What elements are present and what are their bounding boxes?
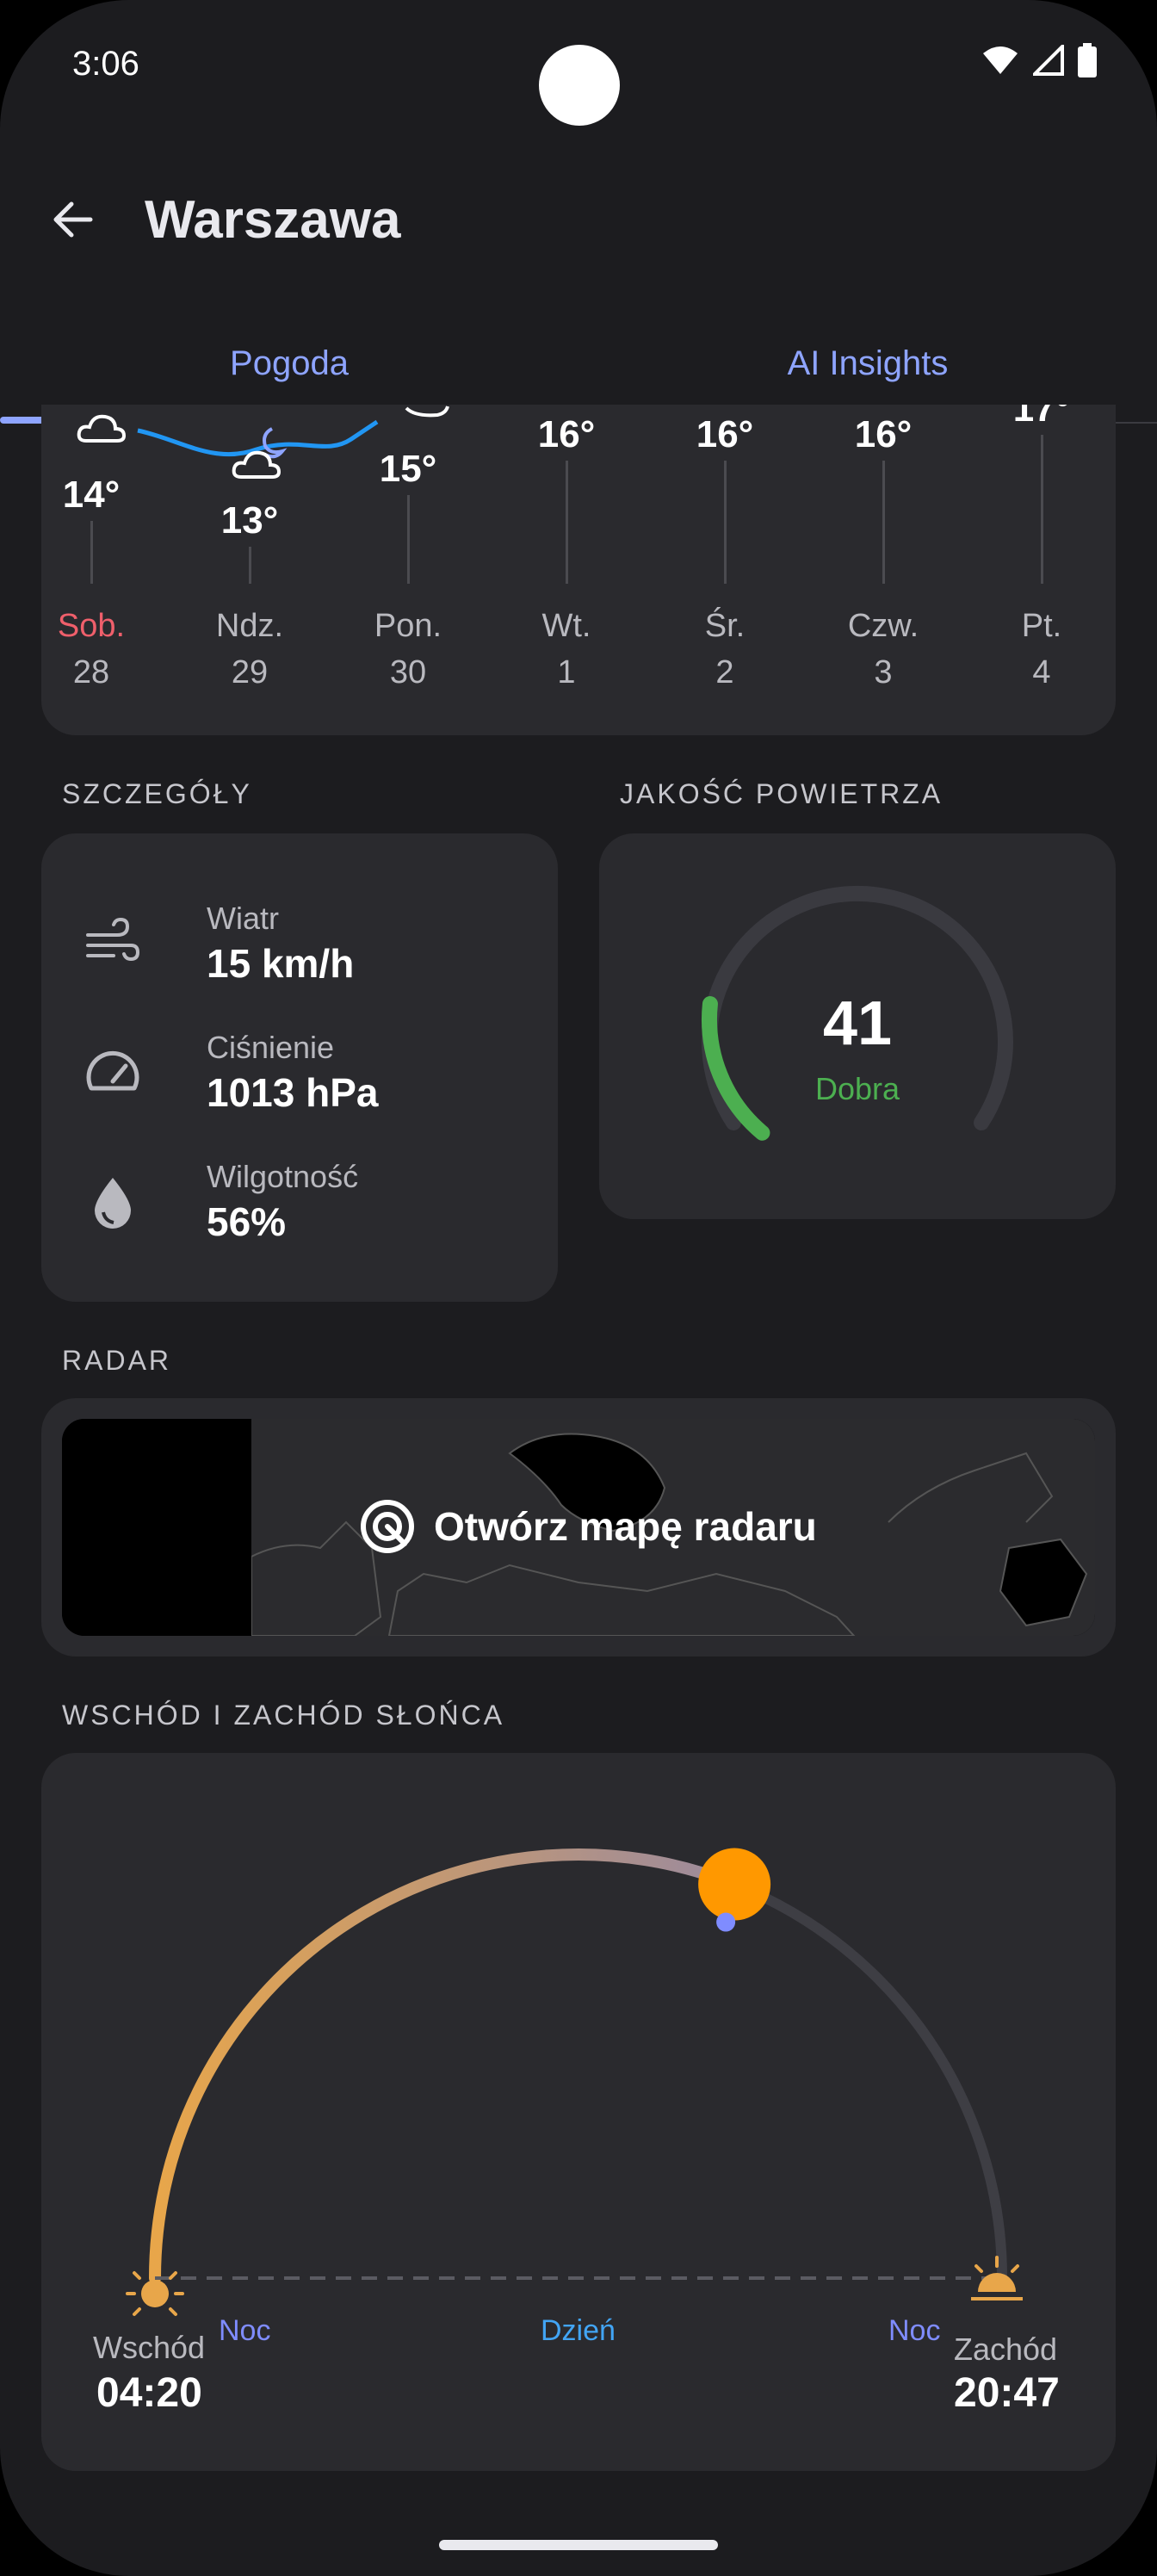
forecast-temp: 13° [220, 499, 279, 542]
tab-weather[interactable]: Pogoda [0, 320, 578, 406]
details-section-label: SZCZEGÓŁY [62, 778, 252, 809]
forecast-day-date: 3 [874, 654, 893, 690]
pressure-value: 1013 hPa [207, 1070, 379, 1115]
phase-night-left: Noc [219, 2314, 271, 2347]
sun-card: Wschód 04:20 Noc Dzień Noc Zachód 20:47 [41, 1753, 1116, 2471]
radar-icon [361, 1500, 414, 1553]
radar-map-preview[interactable]: Otwórz mapę radaru [62, 1419, 1095, 1636]
forecast-temp: 14° [62, 474, 121, 516]
tab-ai-insights[interactable]: AI Insights [578, 320, 1157, 406]
forecast-day-date: 1 [557, 654, 576, 690]
forecast-guide-line [724, 461, 727, 584]
forecast-temp: 15° [379, 448, 437, 490]
forecast-day-date: 29 [231, 654, 269, 690]
forecast-day-date: 4 [1032, 654, 1051, 690]
sunset-time: 20:47 [954, 2370, 1060, 2416]
sun-section-label: WSCHÓD I ZACHÓD SŁOŃCA [62, 1700, 505, 1731]
air-quality-value: 41 [822, 989, 893, 1058]
phase-day: Dzień [541, 2314, 616, 2347]
humidity-value: 56% [207, 1199, 287, 1244]
water-drop-icon [95, 1178, 131, 1229]
forecast-guide-line [90, 521, 93, 584]
gauge-icon [86, 1050, 139, 1091]
forecast-guide-line [566, 461, 568, 584]
pressure-label: Ciśnienie [207, 1030, 335, 1065]
battery-icon [1078, 43, 1097, 77]
wind-icon [86, 917, 140, 962]
forecast-day-name: Ndz. [215, 608, 284, 644]
forecast-temp: 16° [854, 413, 913, 455]
humidity-label: Wilgotność [207, 1159, 359, 1194]
forecast-day: 15° Pon. 30 [356, 405, 460, 735]
phase-night-right: Noc [888, 2314, 941, 2347]
forecast-temp: 16° [537, 413, 596, 455]
air-quality-card[interactable]: 41 Dobra [599, 833, 1116, 1219]
forecast-day-name: Czw. [847, 608, 919, 644]
forecast-day-name: Sob. [57, 608, 126, 644]
detail-pressure: Ciśnienie 1013 hPa [83, 1025, 530, 1128]
detail-humidity: Wilgotność 56% [83, 1154, 530, 1257]
front-camera [539, 45, 620, 126]
sunset-label: Zachód [954, 2331, 1058, 2367]
sunset-icon [971, 2256, 1023, 2300]
forecast-guide-line [1041, 435, 1043, 584]
wifi-icon [983, 46, 1018, 74]
forecast-day-name: Śr. [704, 608, 746, 644]
air-quality-status: Dobra [814, 1071, 900, 1106]
sun-position-marker [698, 1848, 771, 1921]
phone-screen: 3:06 Warszawa Pogoda AI Insights 14° Sob… [0, 0, 1157, 2576]
radar-card[interactable]: Otwórz mapę radaru [41, 1398, 1116, 1656]
forecast-day: 16° Czw. 3 [832, 405, 935, 735]
detail-wind: Wiatr 15 km/h [83, 895, 530, 999]
forecast-day-date: 2 [715, 654, 734, 690]
forecast-day-date: 28 [72, 654, 110, 690]
sunrise-label: Wschód [93, 2330, 206, 2365]
forecast-day-name: Wt. [541, 608, 591, 644]
forecast-guide-line [882, 461, 885, 584]
forecast-temp: 17° [1012, 405, 1071, 430]
status-icons [981, 43, 1097, 77]
open-radar-label: Otwórz mapę radaru [434, 1504, 817, 1549]
forecast-guide-line [407, 495, 410, 584]
app-bar: Warszawa [0, 164, 1157, 284]
radar-section-label: RADAR [62, 1345, 172, 1376]
sun-indicator-dot [716, 1912, 736, 1932]
forecast-day: 16° Śr. 2 [673, 405, 776, 735]
forecast-card[interactable]: 14° Sob. 28 13° Ndz. 29 15° Pon. 30 16° Wt. 1 16° Śr.… [41, 405, 1116, 735]
wind-label: Wiatr [207, 901, 279, 936]
sunrise-time: 04:20 [96, 2370, 202, 2416]
open-radar-button[interactable]: Otwórz mapę radaru [358, 1488, 817, 1565]
forecast-day-name: Pt. [1021, 608, 1062, 644]
wind-value: 15 km/h [207, 941, 355, 986]
forecast-day: 17° Pt. 4 [990, 405, 1093, 735]
home-indicator[interactable] [439, 2540, 718, 2550]
forecast-day-date: 30 [389, 654, 427, 690]
forecast-day: 16° Wt. 1 [515, 405, 618, 735]
forecast-guide-line [249, 547, 251, 584]
sunrise-icon [126, 2263, 184, 2316]
page-title: Warszawa [145, 190, 401, 250]
details-card: Wiatr 15 km/h Ciśnienie 1013 hPa Wilgotn… [41, 833, 558, 1302]
forecast-day-name: Pon. [374, 608, 442, 644]
status-time: 3:06 [72, 45, 139, 83]
back-button[interactable] [43, 189, 103, 250]
forecast-temp: 16° [696, 413, 754, 455]
status-bar: 3:06 [0, 0, 1157, 138]
air-quality-section-label: JAKOŚĆ POWIETRZA [620, 778, 944, 809]
signal-icon [1033, 45, 1064, 76]
forecast-day: 13° Ndz. 29 [198, 405, 301, 735]
arrow-left-icon [53, 201, 93, 238]
forecast-day: 14° Sob. 28 [41, 405, 143, 735]
